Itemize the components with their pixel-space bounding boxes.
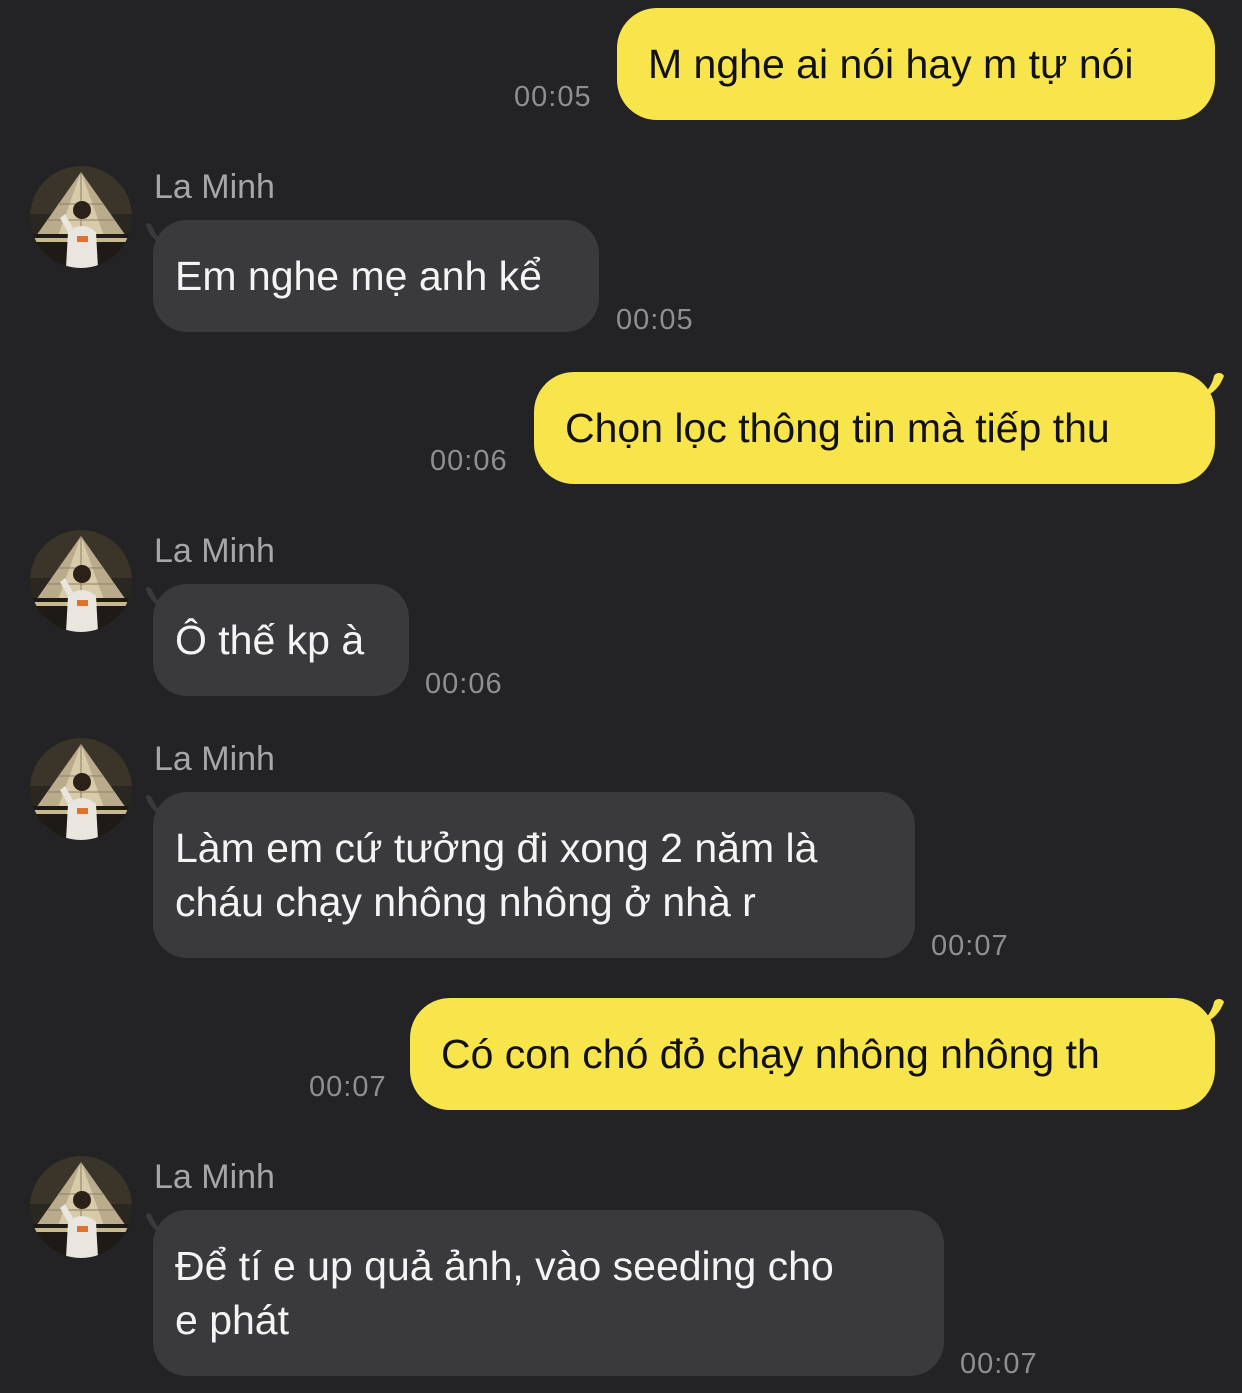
message-text: Em nghe mẹ anh kể <box>175 253 542 299</box>
message-timestamp: 00:05 <box>514 81 592 113</box>
sender-avatar[interactable] <box>30 530 132 632</box>
message-timestamp: 00:06 <box>425 668 503 700</box>
message-timestamp: 00:07 <box>309 1071 387 1103</box>
message-timestamp: 00:05 <box>616 304 694 336</box>
avatar-photo-icon <box>30 1156 132 1258</box>
avatar-photo-icon <box>30 530 132 632</box>
chat-conversation: 00:05 M nghe ai nói hay m tự nói La Minh… <box>0 0 1242 1393</box>
message-timestamp: 00:06 <box>430 445 508 477</box>
message-timestamp: 00:07 <box>960 1348 1038 1380</box>
outgoing-message-bubble[interactable]: Có con chó đỏ chạy nhông nhông th <box>410 998 1215 1110</box>
outgoing-message-bubble[interactable]: Chọn lọc thông tin mà tiếp thu <box>534 372 1215 484</box>
sender-name: La Minh <box>154 168 275 206</box>
sender-name: La Minh <box>154 532 275 570</box>
sender-avatar[interactable] <box>30 1156 132 1258</box>
sender-name: La Minh <box>154 1158 275 1196</box>
message-text: M nghe ai nói hay m tự nói <box>648 41 1134 87</box>
incoming-message-bubble[interactable]: Để tí e up quả ảnh, vào seeding cho e ph… <box>153 1210 944 1376</box>
incoming-message-bubble[interactable]: Làm em cứ tưởng đi xong 2 năm là cháu ch… <box>153 792 915 958</box>
message-timestamp: 00:07 <box>931 930 1009 962</box>
message-text-line: Làm em cứ tưởng đi xong 2 năm là <box>175 825 818 871</box>
sender-avatar[interactable] <box>30 166 132 268</box>
incoming-message-bubble[interactable]: Ô thế kp à <box>153 584 409 696</box>
sender-name: La Minh <box>154 740 275 778</box>
message-text: Chọn lọc thông tin mà tiếp thu <box>565 405 1110 451</box>
message-text: Có con chó đỏ chạy nhông nhông th <box>441 1031 1100 1077</box>
incoming-message-bubble[interactable]: Em nghe mẹ anh kể <box>153 220 599 332</box>
message-text-line: Để tí e up quả ảnh, vào seeding cho <box>175 1243 834 1289</box>
avatar-photo-icon <box>30 738 132 840</box>
outgoing-message-bubble[interactable]: M nghe ai nói hay m tự nói <box>617 8 1215 120</box>
message-text: Ô thế kp à <box>175 617 365 663</box>
message-text-line: e phát <box>175 1297 289 1343</box>
message-text-line: cháu chạy nhông nhông ở nhà r <box>175 879 756 925</box>
avatar-photo-icon <box>30 166 132 268</box>
sender-avatar[interactable] <box>30 738 132 840</box>
